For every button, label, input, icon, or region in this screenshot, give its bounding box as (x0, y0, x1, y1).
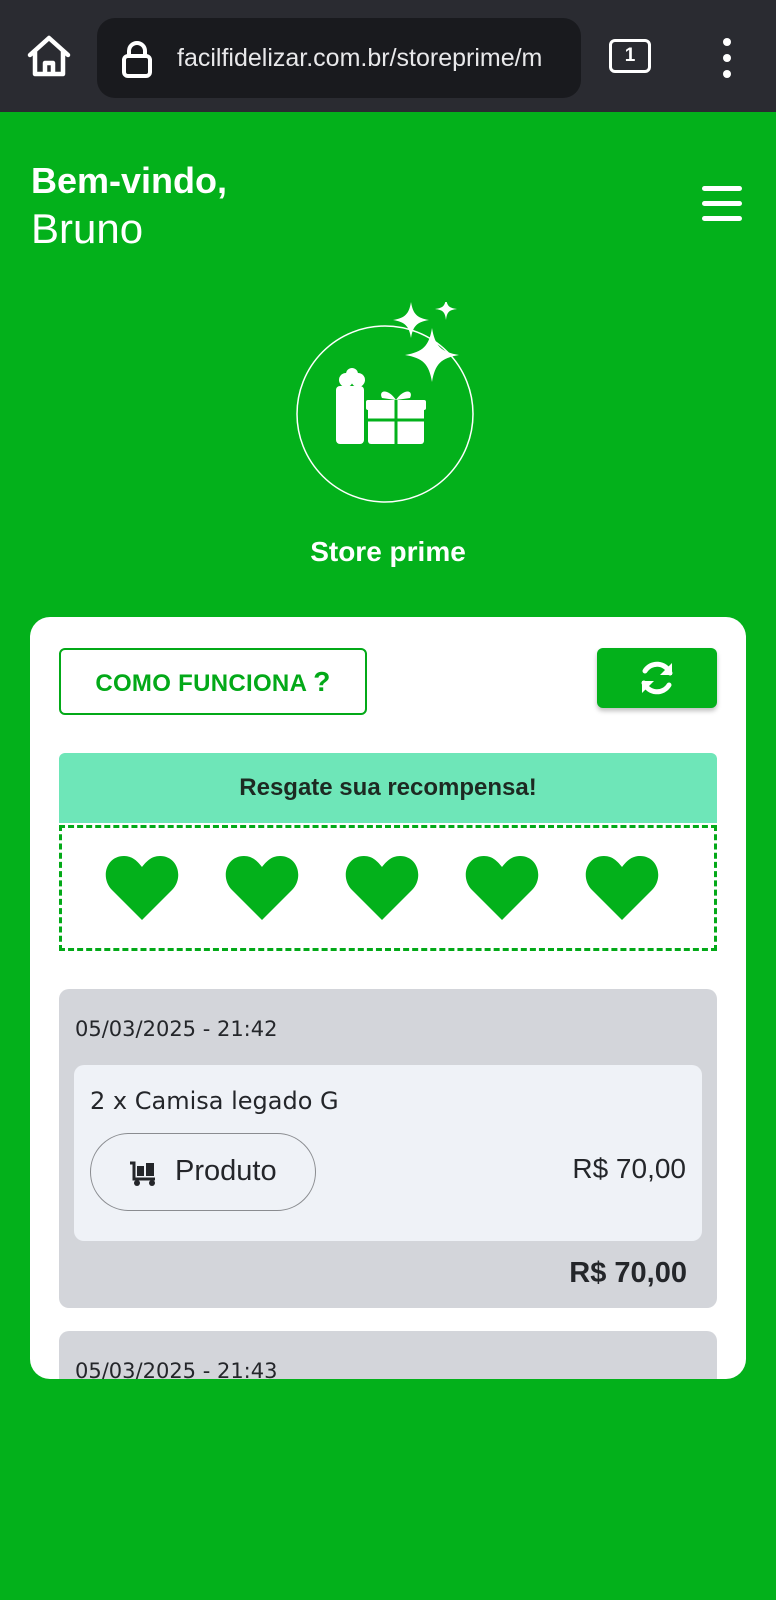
item-price: R$ 70,00 (572, 1153, 686, 1184)
history-item: 05/03/2025 - 21:43 (59, 1331, 717, 1379)
loyalty-card: COMO FUNCIONA ? Resgate sua recompensa! … (30, 617, 746, 1379)
item-description: 2 x Camisa legado G (90, 1087, 339, 1115)
reward-banner: Resgate sua recompensa! (59, 753, 717, 823)
product-type-chip[interactable]: Produto (90, 1133, 316, 1211)
tabs-icon[interactable]: 1 (609, 39, 651, 73)
home-icon[interactable] (22, 30, 76, 84)
lock-icon (121, 40, 153, 78)
welcome-text: Bem-vindo, (31, 160, 228, 201)
heart-icon (585, 856, 659, 920)
hamburger-menu-icon[interactable] (702, 186, 744, 222)
refresh-button[interactable] (597, 648, 717, 708)
more-vert-icon[interactable] (712, 36, 742, 80)
hearts-stamp-box (59, 825, 717, 951)
address-bar[interactable]: facilfidelizar.com.br/storeprime/m (97, 18, 581, 98)
product-type-label: Produto (175, 1155, 277, 1187)
gift-sparkles-icon (296, 298, 486, 512)
cart-icon (130, 1161, 155, 1186)
url-text: facilfidelizar.com.br/storeprime/m (177, 44, 543, 72)
how-it-works-label: COMO FUNCIONA (95, 670, 307, 697)
heart-icon (225, 856, 299, 920)
history-line-item: 2 x Camisa legado G Produto R$ 70,00 (74, 1065, 702, 1241)
store-title: Store prime (310, 536, 466, 567)
history-item: 05/03/2025 - 21:42 2 x Camisa legado G P… (59, 989, 717, 1308)
refresh-icon (641, 661, 673, 695)
heart-icon (465, 856, 539, 920)
history-date: 05/03/2025 - 21:43 (75, 1359, 278, 1379)
browser-toolbar: facilfidelizar.com.br/storeprime/m 1 (0, 0, 776, 112)
question-icon: ? (313, 666, 331, 697)
how-it-works-button[interactable]: COMO FUNCIONA ? (59, 648, 367, 715)
user-name: Bruno (31, 205, 144, 252)
heart-icon (345, 856, 419, 920)
history-date: 05/03/2025 - 21:42 (75, 1017, 278, 1041)
item-total: R$ 70,00 (569, 1257, 687, 1289)
heart-icon (105, 856, 179, 920)
